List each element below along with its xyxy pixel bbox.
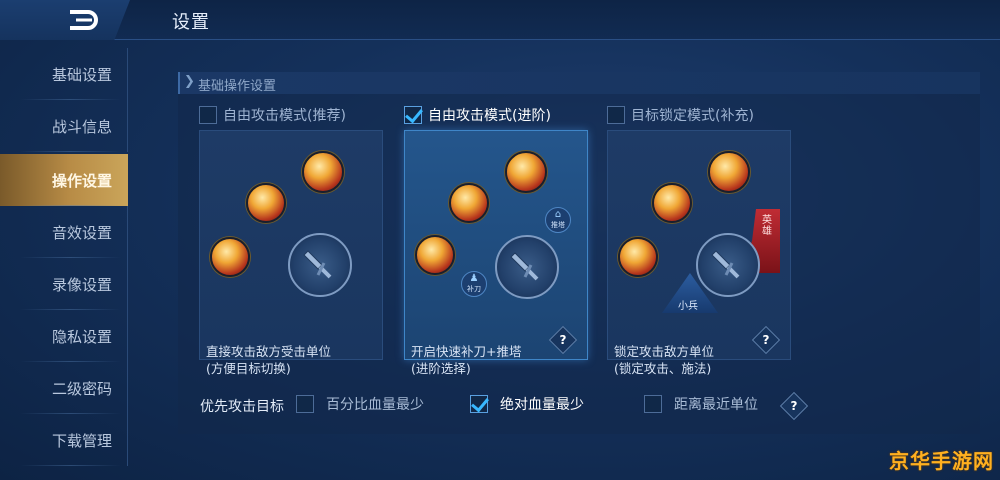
mode-title: 目标锁定模式(补充) bbox=[631, 108, 754, 124]
sword-icon bbox=[711, 250, 740, 279]
section-title: 基础操作设置 bbox=[198, 79, 277, 94]
sidebar-item-label: 下载管理 bbox=[52, 431, 113, 450]
skill-1-icon bbox=[618, 237, 658, 277]
mode-preview-card[interactable]: 直接攻击敌方受击单位 (方便目标切换) bbox=[199, 130, 383, 376]
attack-button-icon bbox=[288, 233, 352, 297]
skill-2-icon bbox=[449, 183, 489, 223]
sidebar-item-battle-info[interactable]: 战斗信息 bbox=[0, 100, 128, 152]
sidebar-item-privacy[interactable]: 隐私设置 bbox=[0, 310, 128, 362]
chevron-right-icon: ❯ bbox=[184, 74, 195, 89]
page-title: 设置 bbox=[172, 12, 210, 33]
sidebar-item-password[interactable]: 二级密码 bbox=[0, 362, 128, 414]
top-bar: 设置 bbox=[0, 0, 1000, 40]
mode-description: 开启快速补刀+推塔 (进阶选择) bbox=[411, 344, 522, 376]
priority-option-absolute-hp[interactable]: 绝对血量最少 bbox=[470, 394, 584, 414]
sidebar-item-label: 录像设置 bbox=[52, 275, 113, 294]
watermark: 京华手游网 bbox=[889, 449, 994, 473]
priority-option-nearest[interactable]: 距离最近单位 bbox=[644, 394, 758, 414]
skill-3-icon bbox=[708, 151, 750, 193]
priority-checkbox[interactable] bbox=[644, 395, 662, 413]
attack-priority-row: 优先攻击目标 百分比血量最少 绝对血量最少 距离最近单位 ? bbox=[200, 391, 980, 421]
section-header: ❯ 基础操作设置 bbox=[178, 72, 980, 94]
skill-2-icon bbox=[246, 183, 286, 223]
sword-icon bbox=[510, 252, 539, 281]
mode-header[interactable]: 自由攻击模式(推荐) bbox=[199, 104, 346, 126]
skill-1-icon bbox=[415, 235, 455, 275]
question-icon[interactable]: ? bbox=[548, 325, 578, 355]
sidebar-item-label: 隐私设置 bbox=[52, 327, 113, 346]
question-icon[interactable]: ? bbox=[779, 391, 809, 421]
mode-preview-card[interactable]: ⌂ 推塔 ♟ 补刀 开启快速补刀+推塔 (进阶选择) ? bbox=[404, 130, 588, 376]
sword-icon bbox=[303, 250, 332, 279]
mode-checkbox[interactable] bbox=[404, 106, 422, 124]
sidebar-item-label: 音效设置 bbox=[52, 223, 113, 242]
mode-description: 直接攻击敌方受击单位 (方便目标切换) bbox=[206, 344, 332, 376]
skill-1-icon bbox=[210, 237, 250, 277]
sidebar-item-replay[interactable]: 录像设置 bbox=[0, 258, 128, 310]
sidebar-item-controls[interactable]: 操作设置 bbox=[0, 154, 128, 206]
sidebar-item-basic[interactable]: 基础设置 bbox=[0, 48, 128, 100]
sidebar-item-downloads[interactable]: 下载管理 bbox=[0, 414, 128, 466]
mode-title: 自由攻击模式(推荐) bbox=[223, 108, 346, 124]
priority-label: 优先攻击目标 bbox=[200, 399, 284, 415]
minion-icon: ♟ bbox=[469, 273, 479, 284]
attack-button-icon bbox=[696, 233, 760, 297]
last-hit-button: ♟ 补刀 bbox=[461, 271, 487, 297]
back-arrow-icon bbox=[70, 10, 98, 30]
skill-3-icon bbox=[302, 151, 344, 193]
mode-header[interactable]: 目标锁定模式(补充) bbox=[607, 104, 754, 126]
attack-button-icon bbox=[495, 235, 559, 299]
mode-preview-card[interactable]: 英雄 小兵 锁定攻击敌方单位 (锁定攻击、施法) ? bbox=[607, 130, 791, 376]
sidebar-item-sound[interactable]: 音效设置 bbox=[0, 206, 128, 258]
tower-icon: ⌂ bbox=[554, 209, 562, 220]
priority-option-percent-hp[interactable]: 百分比血量最少 bbox=[296, 394, 424, 414]
sidebar-item-label: 操作设置 bbox=[52, 171, 113, 190]
sidebar: 基础设置 战斗信息 操作设置 音效设置 录像设置 隐私设置 二级密码 下载管理 bbox=[0, 48, 128, 468]
priority-checkbox[interactable] bbox=[470, 395, 488, 413]
priority-checkbox[interactable] bbox=[296, 395, 314, 413]
sidebar-item-label: 战斗信息 bbox=[52, 117, 113, 136]
question-icon[interactable]: ? bbox=[751, 325, 781, 355]
back-button[interactable] bbox=[0, 0, 130, 40]
mode-checkbox[interactable] bbox=[607, 106, 625, 124]
mode-title: 自由攻击模式(进阶) bbox=[428, 108, 551, 124]
mode-header[interactable]: 自由攻击模式(进阶) bbox=[404, 104, 551, 126]
skill-2-icon bbox=[652, 183, 692, 223]
sidebar-item-label: 基础设置 bbox=[52, 65, 113, 84]
skill-3-icon bbox=[505, 151, 547, 193]
push-tower-button: ⌂ 推塔 bbox=[545, 207, 571, 233]
sidebar-item-label: 二级密码 bbox=[52, 379, 113, 398]
mode-description: 锁定攻击敌方单位 (锁定攻击、施法) bbox=[614, 344, 715, 376]
mode-checkbox[interactable] bbox=[199, 106, 217, 124]
